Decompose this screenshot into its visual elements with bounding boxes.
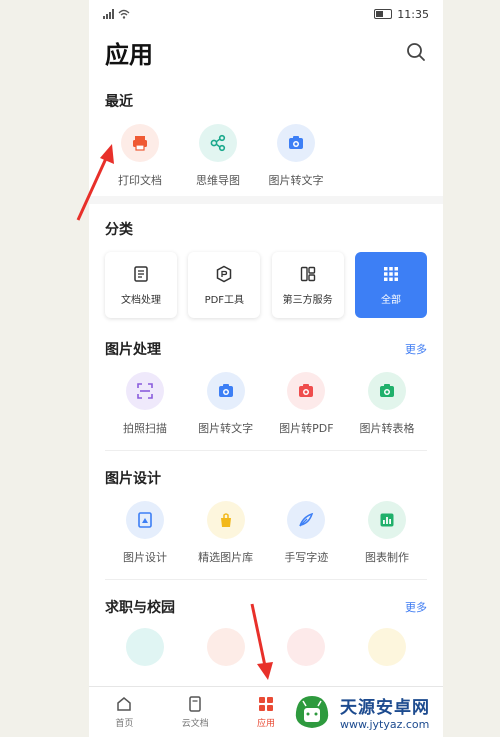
recent-item-mindmap[interactable]: 思维导图	[183, 124, 253, 188]
tool-image-design[interactable]: 图片设计	[105, 501, 185, 565]
tool-handwriting[interactable]: 手写字迹	[266, 501, 346, 565]
recent-title: 最近	[105, 94, 133, 110]
career-item[interactable]	[347, 628, 427, 666]
divider	[105, 579, 427, 580]
signal-icon	[103, 9, 114, 19]
career-item[interactable]	[105, 628, 185, 666]
site-watermark: 天源安卓网 www.jytyaz.com	[290, 687, 500, 737]
watermark-url: www.jytyaz.com	[340, 718, 430, 731]
tool-label: 手写字迹	[284, 551, 329, 564]
image-table-icon	[367, 372, 406, 410]
tool-label: 图片转PDF	[279, 422, 334, 435]
image-processing-title: 图片处理	[105, 342, 161, 358]
tool-label: 图表制作	[364, 551, 409, 564]
tool-label: 图片转文字	[198, 422, 254, 435]
wifi-icon	[118, 9, 130, 19]
image-processing-header: 图片处理 更多	[105, 338, 427, 360]
page-header: 应用	[89, 28, 443, 76]
image-processing-more-link[interactable]: 更多	[405, 341, 427, 357]
home-icon	[117, 697, 132, 711]
image-design-icon	[126, 501, 164, 539]
dots-grid-icon	[383, 266, 398, 281]
tool-label: 精选图片库	[198, 551, 254, 564]
recent-item-label: 图片转文字	[268, 174, 324, 187]
printer-icon	[121, 124, 159, 162]
tool-label: 图片转表格	[359, 422, 415, 435]
document-icon	[134, 265, 148, 282]
image-text-icon	[277, 124, 315, 162]
battery-icon	[374, 9, 393, 19]
career-header: 求职与校园 更多	[105, 596, 427, 618]
page-title: 应用	[105, 40, 153, 69]
recent-section: 最近 打印文档 思维导图 图片转文字	[89, 76, 443, 196]
category-label: 全部	[380, 294, 401, 306]
share-nodes-icon	[199, 124, 237, 162]
career-item[interactable]	[186, 628, 266, 666]
grid-apps-icon	[300, 266, 315, 281]
resume-icon	[126, 628, 164, 666]
category-label: PDF工具	[204, 294, 245, 306]
category-label: 文档处理	[121, 294, 161, 306]
section-separator	[89, 196, 443, 204]
tool-image-to-text[interactable]: 图片转文字	[186, 372, 266, 436]
tab-label: 云文档	[181, 719, 209, 729]
tool-image-to-table[interactable]: 图片转表格	[347, 372, 427, 436]
divider	[105, 450, 427, 451]
image-design-header: 图片设计	[105, 467, 427, 489]
category-label: 第三方服务	[282, 294, 333, 306]
tool-label: 图片设计	[123, 551, 167, 564]
career-item[interactable]	[266, 628, 346, 666]
categories-title: 分类	[105, 222, 133, 238]
apps-icon	[258, 697, 273, 711]
scan-icon	[126, 372, 164, 410]
tool-chart-maker[interactable]: 图表制作	[347, 501, 427, 565]
career-more-link[interactable]: 更多	[405, 599, 427, 615]
tab-label: 首页	[115, 719, 134, 729]
pdf-hexagon-icon	[217, 265, 232, 282]
career-row-partial	[105, 628, 427, 666]
tab-label: 应用	[256, 719, 275, 729]
category-pdf-tools[interactable]: PDF工具	[188, 252, 261, 318]
category-documents[interactable]: 文档处理	[105, 252, 177, 318]
search-icon[interactable]	[405, 41, 427, 63]
recent-item-label: 思维导图	[196, 174, 240, 187]
certificate-icon	[367, 628, 406, 666]
tool-photo-scan[interactable]: 拍照扫描	[105, 372, 185, 436]
categories-section: 分类 文档处理 PDF工具 第三方服务 全部 图片处理 更多 拍照扫描 图片转文…	[89, 204, 443, 674]
image-design-title: 图片设计	[105, 471, 161, 487]
recent-item-print[interactable]: 打印文档	[105, 124, 175, 188]
tool-label: 拍照扫描	[123, 422, 167, 435]
recent-item-image-text[interactable]: 图片转文字	[261, 124, 331, 188]
tool-image-library[interactable]: 精选图片库	[186, 501, 266, 565]
status-time: 11:35	[397, 7, 429, 21]
phone-screen: 11:35 应用 最近 打印文档 思维导图 图片转文字 分类 文档处理 PDF工…	[89, 0, 443, 737]
image-library-icon	[206, 501, 245, 539]
category-third-party[interactable]: 第三方服务	[271, 252, 344, 318]
android-logo-icon	[295, 696, 329, 728]
recent-item-label: 打印文档	[118, 174, 162, 187]
tab-home[interactable]: 首页	[89, 687, 160, 737]
career-title: 求职与校园	[105, 600, 175, 616]
tool-image-to-pdf[interactable]: 图片转PDF	[266, 372, 346, 436]
category-all[interactable]: 全部	[354, 252, 427, 318]
watermark-title: 天源安卓网	[340, 698, 430, 718]
status-bar: 11:35	[89, 0, 443, 28]
target-icon	[206, 628, 245, 666]
briefcase-icon	[287, 628, 326, 666]
tab-cloud-docs[interactable]: 云文档	[160, 687, 231, 737]
bar-chart-icon	[367, 501, 406, 539]
quill-icon	[287, 501, 326, 539]
image-text-icon	[206, 372, 245, 410]
cloud-doc-icon	[189, 696, 201, 712]
signal-indicators	[103, 9, 130, 19]
image-pdf-icon	[287, 372, 326, 410]
